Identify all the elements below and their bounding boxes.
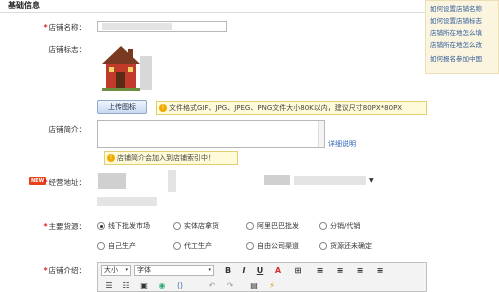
required-mark: * <box>43 23 48 32</box>
supply-option[interactable]: 自己生产 <box>97 241 136 251</box>
supply-label: *主要货源： <box>34 221 86 232</box>
template-icon[interactable]: ▤ <box>248 280 260 291</box>
align-right-icon[interactable]: ≡ <box>354 265 366 276</box>
bold-button[interactable]: B <box>222 265 234 276</box>
upload-tip-text: 文件格式GIF、JPG、JPEG、PNG文件大小80K以内，建议尺寸80PX*8… <box>169 104 403 112</box>
radio-dot[interactable] <box>97 242 105 250</box>
house-icon <box>102 46 152 91</box>
shop-intro-label: 店铺简介： <box>48 125 87 134</box>
radio-dot[interactable] <box>319 222 327 230</box>
shop-name-label-text: 店铺名称： <box>48 23 87 32</box>
underline-button[interactable]: U <box>254 265 266 276</box>
supply-option-label: 实体店拿货 <box>184 222 219 230</box>
font-size-value: 大小 <box>104 266 118 274</box>
radio-dot[interactable] <box>173 242 181 250</box>
supply-option[interactable]: 货源还未确定 <box>319 241 372 251</box>
supply-option[interactable]: 自由公司渠道 <box>246 241 299 251</box>
textarea-scrollbar[interactable] <box>318 121 324 147</box>
supply-option-label: 自由公司渠道 <box>257 242 299 250</box>
address-detail-input[interactable] <box>97 197 157 206</box>
supply-option-label: 阿里巴巴批发 <box>257 222 299 230</box>
intro-tip-text: 店铺简介会加入到店铺索引中！ <box>117 154 215 162</box>
emoji-icon[interactable]: ◉ <box>156 280 168 291</box>
source-code-icon[interactable]: ⟨⟩ <box>174 280 186 291</box>
rich-text-editor[interactable]: 大小 ▾ 字体 ▾ B I U A ⊞ ≡ ≡ ≡ ≡ ☰ ☷ ▣ ◉ ⟨⟩ ↶ ↷… <box>97 262 427 292</box>
help-link[interactable]: 如何设置店铺标志 <box>430 15 482 25</box>
shop-logo-label: 店铺标志： <box>48 45 87 54</box>
required-mark: * <box>43 266 48 275</box>
shop-logo-image <box>100 44 152 92</box>
shop-desc-label: *店铺介绍： <box>34 265 86 276</box>
required-mark: * <box>43 178 48 187</box>
font-family-value: 字体 <box>137 266 151 274</box>
blurred-value <box>102 23 172 30</box>
align-justify-icon[interactable]: ≡ <box>374 265 386 276</box>
unordered-list-icon[interactable]: ☷ <box>120 280 132 291</box>
supply-option-label: 分销/代销 <box>330 222 361 230</box>
image-icon[interactable]: ▣ <box>138 280 150 291</box>
supply-option[interactable]: 阿里巴巴批发 <box>246 221 299 231</box>
shop-desc-label-text: 店铺介绍： <box>48 266 87 275</box>
flash-icon[interactable]: ⚡ <box>266 280 278 291</box>
province-select[interactable] <box>98 173 126 189</box>
supply-option-label: 代工生产 <box>184 242 212 250</box>
help-link[interactable]: 如何报名参加中国 <box>430 53 482 63</box>
upload-tip: ! 文件格式GIF、JPG、JPEG、PNG文件大小80K以内，建议尺寸80PX… <box>156 101 427 115</box>
upload-icon-button[interactable]: 上传图标 <box>97 100 147 114</box>
help-link[interactable]: 如何设置店铺名称 <box>430 3 482 13</box>
font-family-select[interactable]: 字体 ▾ <box>134 265 214 276</box>
radio-dot[interactable] <box>246 242 254 250</box>
chevron-down-icon[interactable]: ▼ <box>369 177 374 184</box>
shop-name-label: *店铺名称： <box>34 22 86 33</box>
detail-link[interactable]: 详细说明 <box>328 139 356 149</box>
help-link[interactable]: 店铺所在地怎么改 <box>430 39 482 49</box>
chevron-down-icon: ▾ <box>125 267 128 273</box>
radio-dot[interactable] <box>97 222 105 230</box>
supply-option[interactable]: 线下批发市场 <box>97 221 150 231</box>
shop-name-input[interactable] <box>97 21 227 32</box>
font-size-select[interactable]: 大小 ▾ <box>101 265 131 276</box>
city-select[interactable] <box>168 170 176 192</box>
supply-label-text: 主要货源： <box>48 222 87 231</box>
address-label-text: 经营地址： <box>48 178 87 187</box>
supply-option-label: 自己生产 <box>108 242 136 250</box>
supply-option-label: 线下批发市场 <box>108 222 150 230</box>
help-link[interactable]: 店铺所在地怎么填 <box>430 27 482 37</box>
intro-tip: ! 店铺简介会加入到店铺索引中！ <box>104 151 238 165</box>
radio-dot[interactable] <box>319 242 327 250</box>
align-left-icon[interactable]: ≡ <box>314 265 326 276</box>
address-label: *经营地址： <box>34 177 86 188</box>
supply-option[interactable]: 分销/代销 <box>319 221 360 231</box>
redo-icon[interactable]: ↷ <box>224 280 236 291</box>
table-icon[interactable]: ⊞ <box>292 265 304 276</box>
ordered-list-icon[interactable]: ☰ <box>103 280 115 291</box>
info-icon: ! <box>159 104 167 112</box>
street-select[interactable] <box>294 176 366 185</box>
text-color-button[interactable]: A <box>272 265 284 276</box>
undo-icon[interactable]: ↶ <box>206 280 218 291</box>
supply-option[interactable]: 实体店拿货 <box>173 221 219 231</box>
chevron-down-icon: ▾ <box>208 267 211 273</box>
radio-dot[interactable] <box>246 222 254 230</box>
supply-option-label: 货源还未确定 <box>330 242 372 250</box>
shop-intro-textarea[interactable] <box>97 120 325 148</box>
district-select[interactable] <box>264 175 290 185</box>
italic-button[interactable]: I <box>238 265 250 276</box>
align-center-icon[interactable]: ≡ <box>334 265 346 276</box>
supply-option[interactable]: 代工生产 <box>173 241 212 251</box>
radio-dot[interactable] <box>173 222 181 230</box>
info-icon: ! <box>107 154 115 162</box>
section-title: 基础信息 <box>8 1 40 10</box>
help-panel: 如何设置店铺名称 如何设置店铺标志 店铺所在地怎么填 店铺所在地怎么改 如何报名… <box>425 0 499 74</box>
required-mark: * <box>43 222 48 231</box>
